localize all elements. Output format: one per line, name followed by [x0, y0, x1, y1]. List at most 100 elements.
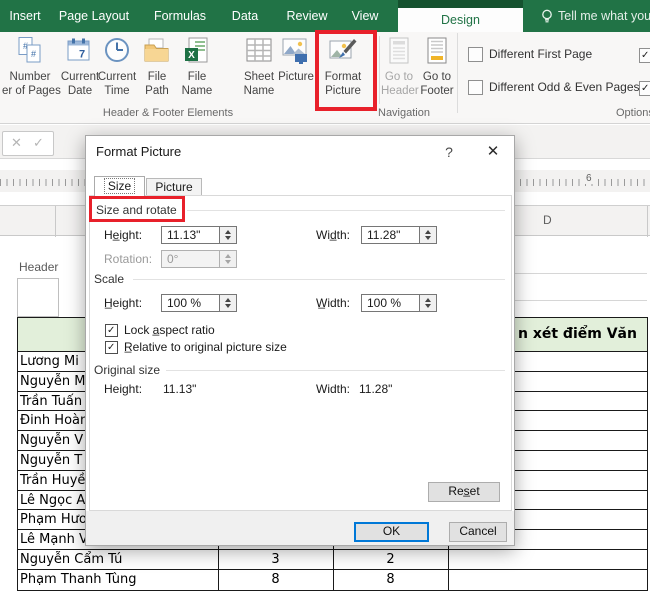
cancel-button[interactable]: Cancel — [449, 522, 507, 542]
student-name: Đinh Hoàn — [20, 413, 89, 429]
sheet-name-button[interactable]: Sheet Name — [239, 33, 279, 105]
tab-design-active[interactable]: Design — [398, 8, 523, 32]
cancel-entry-icon[interactable]: ✕ — [11, 135, 22, 151]
button-label: Name — [243, 85, 275, 97]
file-name-button[interactable]: X File Name — [177, 33, 217, 105]
go-to-header-icon — [389, 37, 409, 64]
scale-height-spinner[interactable] — [219, 295, 236, 311]
tab-insert[interactable]: Insert — [9, 0, 40, 32]
section-divider — [187, 210, 505, 211]
go-to-footer-button[interactable]: Go to Footer — [419, 33, 455, 105]
spin-down-icon[interactable] — [225, 304, 231, 308]
reset-button[interactable]: Res̲et — [428, 482, 500, 502]
button-label: Time — [104, 85, 130, 97]
tab-picture[interactable]: Picture — [146, 178, 202, 196]
check-icon: ✓ — [641, 50, 650, 61]
button-label: Sheet — [243, 71, 275, 83]
scale-width-field[interactable]: 100 % — [361, 294, 437, 312]
header-label: Header — [19, 260, 59, 274]
section-divider — [166, 370, 505, 371]
different-odd-even-checkbox[interactable] — [468, 80, 483, 95]
size-rotate-highlight — [89, 196, 185, 222]
width-label: Wid̲th: — [316, 228, 351, 242]
width-field[interactable]: 11.28" — [361, 226, 437, 244]
current-date-button[interactable]: 7 Current Date — [60, 33, 100, 105]
enter-entry-icon[interactable]: ✓ — [33, 135, 44, 151]
table-border — [647, 317, 648, 591]
spin-up-icon[interactable] — [225, 230, 231, 234]
ok-button[interactable]: OK — [354, 522, 429, 542]
spin-down-icon[interactable] — [425, 236, 431, 240]
check-icon: ✓ — [107, 325, 116, 336]
student-name: Lê Mạnh V — [20, 532, 88, 548]
svg-text:#: # — [31, 49, 36, 59]
check-icon: ✓ — [107, 342, 116, 353]
original-width-value: 11.28" — [359, 382, 393, 396]
lock-aspect-ratio-checkbox[interactable]: ✓ — [105, 324, 118, 337]
scale-width-value: 100 % — [367, 296, 402, 310]
scale-with-document-checkbox[interactable]: ✓ — [639, 48, 650, 63]
rotation-field: 0° — [161, 250, 237, 268]
tab-view[interactable]: View — [352, 0, 379, 32]
table-row[interactable]: Phạm Thanh Tùng 8 8 — [17, 570, 647, 591]
score-cell[interactable]: 3 — [218, 550, 333, 570]
tab-picture-label: Picture — [155, 180, 193, 194]
different-first-page-checkbox[interactable] — [468, 47, 483, 62]
file-path-button[interactable]: File Path — [139, 33, 175, 105]
student-name: Nguyễn V — [20, 433, 84, 449]
score-cell[interactable]: 8 — [218, 570, 333, 590]
spin-down-icon[interactable] — [225, 236, 231, 240]
picture-button[interactable]: Picture — [276, 33, 316, 105]
excel-window: { "icons": { "check": "\u2713", "cancel"… — [0, 0, 650, 591]
width-spinner[interactable] — [419, 227, 436, 243]
group-label-elements: Header & Footer Elements — [102, 107, 234, 119]
table-row[interactable]: Nguyễn Cẩm Tú 3 2 — [17, 550, 647, 570]
score-cell[interactable]: 2 — [333, 550, 448, 570]
button-label: Name — [181, 85, 213, 97]
column-header-d[interactable]: D — [543, 213, 552, 227]
tab-formulas[interactable]: Formulas — [154, 0, 206, 32]
relative-to-original-label: R̲elative to original picture size — [124, 340, 287, 354]
relative-to-original-checkbox[interactable]: ✓ — [105, 341, 118, 354]
scale-width-spinner[interactable] — [419, 295, 436, 311]
height-spinner[interactable] — [219, 227, 236, 243]
button-label: er of Pages — [2, 85, 61, 97]
tab-review[interactable]: Review — [287, 0, 328, 32]
file-path-icon — [144, 38, 169, 62]
section-divider — [133, 279, 505, 280]
tell-me-box[interactable]: Tell me what you w — [558, 0, 650, 32]
tab-size[interactable]: Size — [94, 176, 145, 196]
button-label: Go to — [422, 71, 452, 83]
align-page-margins-checkbox[interactable]: ✓ — [639, 81, 650, 96]
rotation-label: Rotation: — [104, 252, 153, 266]
help-icon[interactable]: ? — [441, 144, 457, 160]
student-name: Nguyễn T — [20, 453, 83, 468]
table-border — [17, 317, 18, 591]
tab-page-layout[interactable]: Page Layout — [59, 0, 129, 32]
spin-up-icon[interactable] — [225, 298, 231, 302]
go-to-footer-icon — [427, 37, 447, 64]
column-header-divider — [55, 206, 56, 237]
number-of-pages-button[interactable]: # # Number er of Pages — [2, 33, 61, 105]
close-icon[interactable]: ✕ — [484, 142, 502, 160]
student-name: Nguyễn Cẩm Tú — [20, 552, 123, 567]
tab-data[interactable]: Data — [232, 0, 258, 32]
scale-width-label: W̲idth: — [316, 296, 351, 310]
spin-up-icon[interactable] — [425, 230, 431, 234]
button-label: File — [147, 71, 167, 83]
picture-icon — [282, 38, 307, 64]
button-label: Header — [381, 85, 419, 97]
height-field[interactable]: 11.13" — [161, 226, 237, 244]
spin-up-icon[interactable] — [425, 298, 431, 302]
score-cell[interactable]: 8 — [333, 570, 448, 590]
header-box[interactable] — [17, 278, 59, 317]
student-name: Lê Ngọc A — [20, 492, 86, 508]
current-time-button[interactable]: Current Time — [97, 33, 137, 105]
spin-down-icon[interactable] — [425, 304, 431, 308]
table-header-text: n xét điểm Văn — [518, 326, 637, 342]
scale-height-field[interactable]: 100 % — [161, 294, 237, 312]
lightbulb-icon — [542, 9, 552, 23]
group-label-options: Options — [616, 107, 650, 119]
number-of-pages-icon: # # — [18, 37, 41, 63]
spin-down-icon — [225, 260, 231, 264]
